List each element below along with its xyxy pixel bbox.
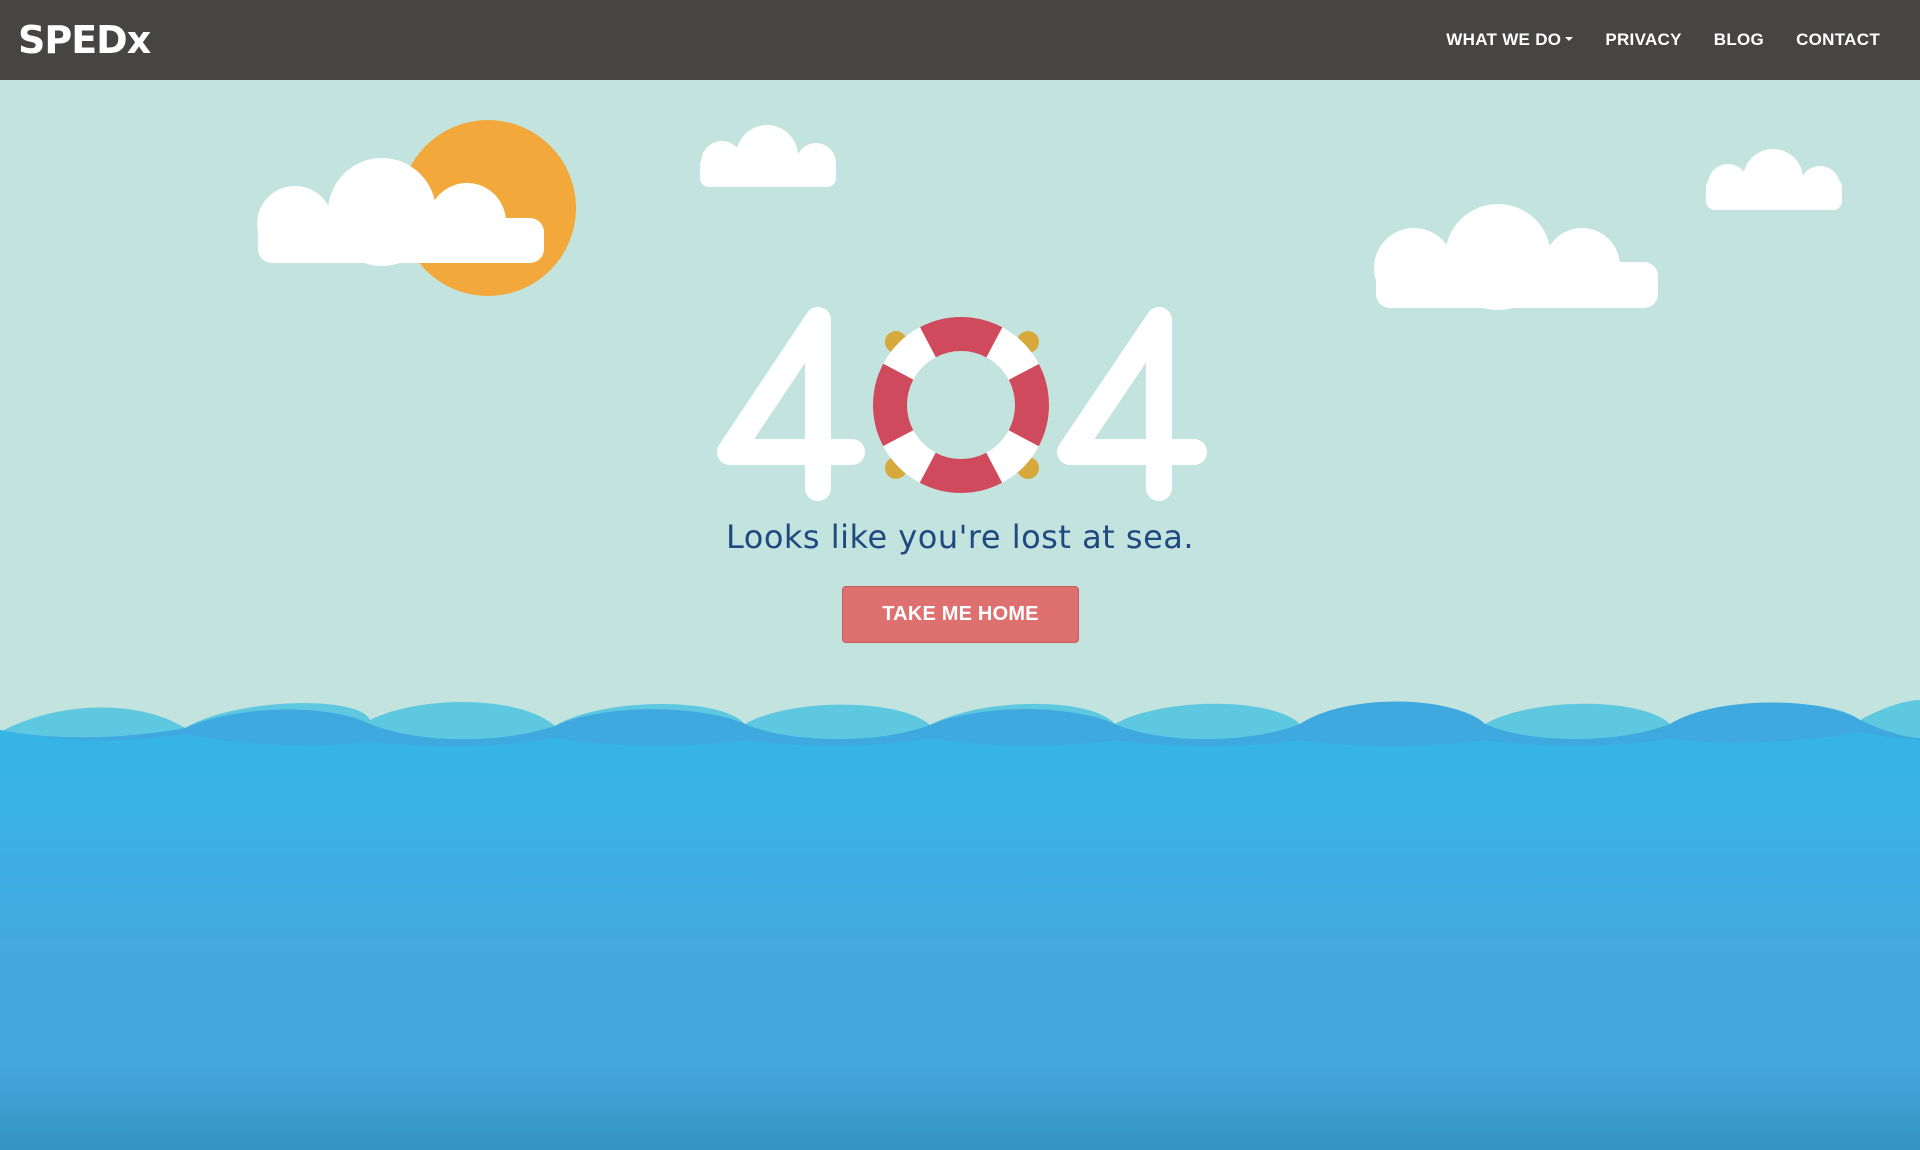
life-ring-icon: [873, 317, 1049, 493]
nav-links: WHAT WE DO PRIVACY BLOG CONTACT: [1430, 30, 1896, 50]
error-message: Looks like you're lost at sea.: [725, 518, 1195, 556]
nav-link-blog[interactable]: BLOG: [1698, 30, 1780, 50]
digit-four-right: [1057, 307, 1207, 501]
nav-link-label: WHAT WE DO: [1446, 30, 1562, 49]
brand-logo[interactable]: SPEDx: [18, 18, 151, 62]
cloud-icon: [700, 125, 836, 187]
caret-down-icon: [1565, 37, 1574, 41]
nav-link-what-we-do[interactable]: WHAT WE DO: [1430, 30, 1589, 50]
top-navbar: SPEDx WHAT WE DO PRIVACY BLOG CONTACT: [0, 0, 1920, 80]
sea-illustration: [0, 700, 1920, 1150]
nav-link-contact[interactable]: CONTACT: [1780, 30, 1896, 50]
sea-body: [0, 730, 1920, 1150]
error-code-graphic: [717, 307, 1207, 501]
digit-four-left: [717, 307, 865, 501]
nav-link-label: CONTACT: [1796, 30, 1880, 49]
cloud-icon: [1706, 149, 1842, 210]
nav-link-label: BLOG: [1713, 30, 1765, 49]
nav-link-label: PRIVACY: [1605, 30, 1682, 49]
take-me-home-button[interactable]: TAKE ME HOME: [842, 586, 1079, 643]
cloud-icon: [1374, 204, 1658, 310]
nav-link-privacy[interactable]: PRIVACY: [1589, 30, 1697, 50]
